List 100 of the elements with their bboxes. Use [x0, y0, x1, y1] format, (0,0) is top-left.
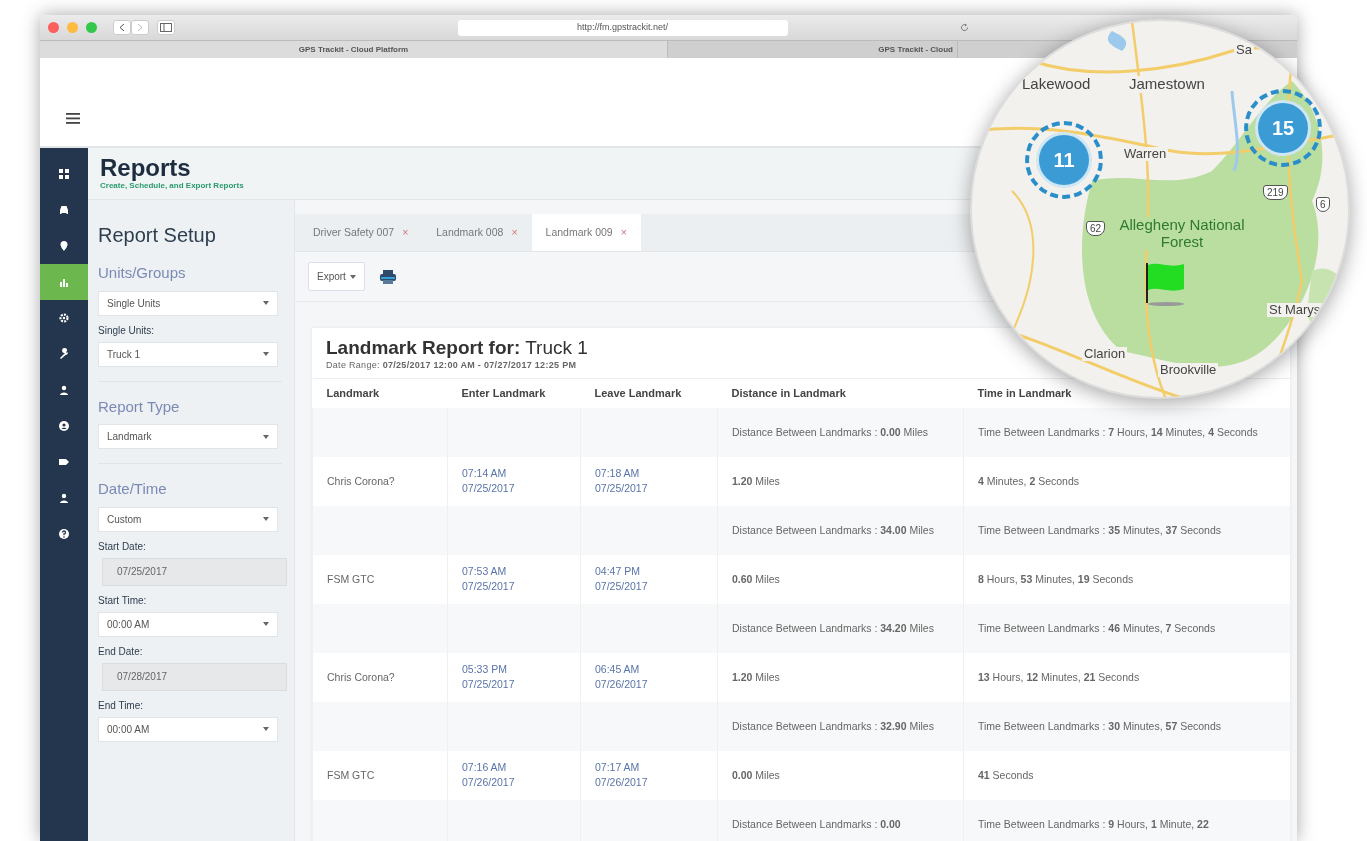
close-tab-icon[interactable]: ×: [402, 224, 409, 241]
column-header: Leave Landmark: [580, 378, 718, 408]
dashboard-icon: [58, 168, 70, 180]
caret-icon: [263, 352, 269, 356]
time-text: 8 Hours, 53 Minutes, 19 Seconds: [978, 571, 1135, 587]
select-field[interactable]: Custom: [98, 506, 278, 532]
enter-date: 07/25/2017: [462, 677, 516, 693]
bar-chart-icon: [58, 276, 70, 288]
address-field[interactable]: http://fm.gpstrackit.net/: [457, 19, 788, 36]
car-icon: [58, 204, 70, 216]
time-text: 4 Minutes, 2 Seconds: [978, 473, 1080, 489]
distance-between-text: Distance Between Landmarks : 34.00 Miles: [732, 522, 935, 538]
map-place-label: Jamestown: [1127, 76, 1207, 93]
field-label: Start Time:: [98, 593, 148, 608]
caret-icon: [263, 301, 269, 305]
select-field[interactable]: Truck 1: [98, 341, 278, 367]
leave-time: 04:47 PM: [595, 563, 641, 579]
leave-date: 07/25/2017: [595, 481, 649, 497]
leave-time: 07:18 AM: [595, 465, 641, 481]
section-title: Date/Time: [98, 479, 168, 499]
time-between-text: Time Between Landmarks : 46 Minutes, 7 Seconds: [978, 620, 1217, 636]
cluster-marker[interactable]: 15: [1244, 89, 1322, 167]
section-title: Units/Groups: [98, 263, 187, 283]
caret-icon: [263, 622, 269, 626]
time-between-text: Time Between Landmarks : 30 Minutes, 57 Seconds: [978, 718, 1223, 734]
distance-text: 0.60 Miles: [732, 571, 781, 587]
close-tab-icon[interactable]: ×: [511, 224, 518, 241]
leave-date: 07/26/2017: [595, 775, 649, 791]
distance-text: 1.20 Miles: [732, 669, 781, 685]
tag-icon: [58, 456, 70, 468]
field-label: Start Date:: [98, 539, 147, 554]
field-label: End Date:: [98, 644, 144, 659]
caret-icon: [349, 274, 356, 279]
export-button[interactable]: Export: [308, 262, 365, 291]
landmark-name: FSM GTC: [327, 768, 375, 781]
leave-date: 07/26/2017: [595, 677, 649, 693]
person-icon: [58, 492, 70, 504]
leave-date: 07/25/2017: [595, 579, 649, 595]
leave-time: 06:45 AM: [595, 661, 641, 677]
distance-between-text: Distance Between Landmarks : 34.20 Miles: [732, 620, 935, 636]
enter-date: 07/25/2017: [462, 481, 516, 497]
panel-title: Report Setup: [98, 223, 217, 248]
distance-between-text: Distance Between Landmarks : 0.00: [732, 816, 902, 832]
route-shield: 6: [1316, 197, 1330, 212]
map-place-label: Clarion: [1082, 347, 1128, 362]
caret-icon: [263, 517, 269, 521]
help-icon: [58, 528, 70, 540]
close-tab-icon[interactable]: ×: [620, 224, 627, 241]
menu-icon[interactable]: [66, 113, 80, 125]
distance-between-text: Distance Between Landmarks : 0.00 Miles: [732, 424, 930, 440]
leave-time: 07:17 AM: [595, 759, 641, 775]
map-place-label: Warren: [1122, 147, 1169, 162]
time-between-text: Time Between Landmarks : 7 Hours, 14 Minutes, 4 Seconds: [978, 424, 1259, 440]
caret-icon: [263, 727, 269, 731]
report-tab[interactable]: Driver Safety 007 ×: [299, 214, 423, 251]
distance-text: 1.20 Miles: [732, 473, 781, 489]
back-icon[interactable]: [113, 20, 131, 35]
close-window-icon[interactable]: [48, 22, 59, 33]
location-pin-icon: [58, 240, 70, 252]
enter-date: 07/26/2017: [462, 775, 516, 791]
date-range: Date Range: 07/25/2017 12:00 AM - 07/27/2017 12:25 PM: [325, 358, 578, 372]
route-shield: 219: [1263, 185, 1288, 200]
page-title: Reports: [100, 156, 191, 180]
time-between-text: Time Between Landmarks : 35 Minutes, 37 Seconds: [978, 522, 1223, 538]
cluster-marker[interactable]: 11: [1025, 121, 1103, 199]
browser-tab[interactable]: GPS Trackit - Cloud Platform: [40, 41, 668, 58]
landmark-name: FSM GTC: [327, 572, 375, 585]
landmark-name: Chris Corona?: [327, 474, 395, 487]
report-tab[interactable]: Landmark 008 ×: [422, 214, 532, 251]
page-subtitle: Create, Schedule, and Export Reports: [100, 181, 244, 192]
distance-between-text: Distance Between Landmarks : 32.90 Miles: [732, 718, 935, 734]
person-icon: [58, 384, 70, 396]
report-title: Landmark Report for: Truck 1: [325, 336, 589, 359]
report-tab[interactable]: Landmark 009 ×: [531, 214, 641, 251]
sidebar-toggle-icon[interactable]: [157, 20, 175, 35]
enter-date: 07/25/2017: [462, 579, 516, 595]
time-text: 13 Hours, 12 Minutes, 21 Seconds: [978, 669, 1141, 685]
caret-icon: [263, 434, 269, 439]
map-place-label: Brookville: [1158, 363, 1219, 378]
column-header: Enter Landmark: [447, 378, 581, 408]
user-circle-icon: [58, 420, 70, 432]
date-field[interactable]: 07/25/2017: [102, 557, 287, 586]
column-header: Landmark: [312, 378, 448, 408]
field-label: End Time:: [98, 698, 145, 713]
enter-time: 05:33 PM: [462, 661, 508, 677]
select-field[interactable]: 00:00 AM: [98, 611, 278, 637]
distance-text: 0.00 Miles: [732, 767, 781, 783]
select-field[interactable]: Single Units: [98, 290, 278, 316]
enter-time: 07:53 AM: [462, 563, 508, 579]
time-between-text: Time Between Landmarks : 9 Hours, 1 Minute, 22: [978, 816, 1210, 832]
landmark-name: Chris Corona?: [327, 670, 395, 683]
time-text: 41 Seconds: [978, 767, 1035, 783]
select-field[interactable]: Landmark: [98, 424, 278, 449]
date-field[interactable]: 07/28/2017: [102, 662, 287, 691]
reload-icon[interactable]: [960, 23, 969, 32]
select-field[interactable]: 00:00 AM: [98, 716, 278, 742]
section-title: Report Type: [98, 396, 181, 417]
column-header: Distance in Landmark: [717, 378, 964, 408]
field-label: Single Units:: [98, 323, 156, 338]
enter-time: 07:14 AM: [462, 465, 508, 481]
